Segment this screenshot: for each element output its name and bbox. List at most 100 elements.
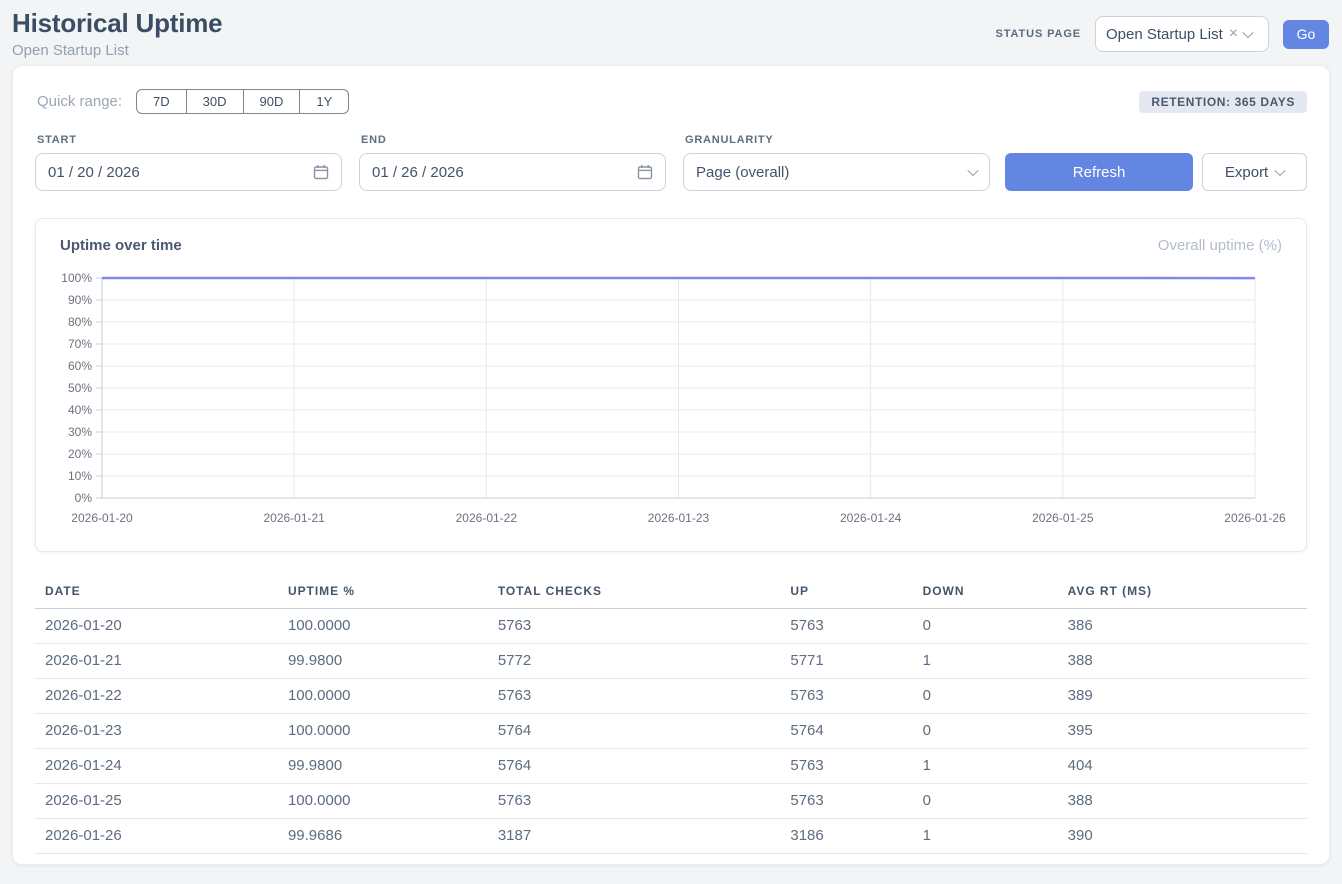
granularity-select[interactable]: Page (overall) <box>683 153 990 191</box>
table-cell: 1 <box>913 819 1058 854</box>
start-date-label: START <box>37 134 342 146</box>
table-cell: 386 <box>1058 609 1307 644</box>
svg-text:40%: 40% <box>68 403 92 417</box>
end-date-field: END 01 / 26 / 2026 <box>359 134 666 191</box>
table-row: 2026-01-23100.0000576457640395 <box>35 714 1307 749</box>
title-block: Historical Uptime Open Startup List <box>12 8 222 59</box>
table-cell: 2026-01-22 <box>35 679 278 714</box>
chevron-down-icon <box>1275 165 1286 176</box>
uptime-table-body: 2026-01-20100.00005763576303862026-01-21… <box>35 609 1307 854</box>
quick-range-row: Quick range: 7D 30D 90D 1Y RETENTION: 36… <box>35 89 1307 114</box>
table-cell: 99.9686 <box>278 819 488 854</box>
chart-legend: Overall uptime (%) <box>1158 237 1282 254</box>
svg-text:50%: 50% <box>68 381 92 395</box>
table-cell: 1 <box>913 749 1058 784</box>
table-cell: 5763 <box>780 609 912 644</box>
table-cell: 390 <box>1058 819 1307 854</box>
granularity-label: GRANULARITY <box>685 134 990 146</box>
table-cell: 5764 <box>488 714 781 749</box>
main-panel: Quick range: 7D 30D 90D 1Y RETENTION: 36… <box>12 65 1330 865</box>
quick-range-30d-button[interactable]: 30D <box>187 89 244 114</box>
table-cell: 5763 <box>488 784 781 819</box>
start-date-value: 01 / 20 / 2026 <box>48 164 313 181</box>
table-cell: 395 <box>1058 714 1307 749</box>
calendar-icon[interactable] <box>637 164 653 180</box>
table-row: 2026-01-25100.0000576357630388 <box>35 784 1307 819</box>
table-cell: 389 <box>1058 679 1307 714</box>
quick-range-label: Quick range: <box>37 93 122 110</box>
start-date-input[interactable]: 01 / 20 / 2026 <box>35 153 342 191</box>
table-row: 2026-01-22100.0000576357630389 <box>35 679 1307 714</box>
svg-text:100%: 100% <box>61 271 92 285</box>
chevron-down-icon <box>1242 27 1253 38</box>
table-cell: 2026-01-21 <box>35 644 278 679</box>
retention-badge: RETENTION: 365 DAYS <box>1139 91 1307 113</box>
chart-title: Uptime over time <box>60 237 182 254</box>
table-cell: 2026-01-25 <box>35 784 278 819</box>
uptime-table: DATE UPTIME % TOTAL CHECKS UP DOWN AVG R… <box>35 576 1307 854</box>
table-cell: 5764 <box>780 714 912 749</box>
table-row: 2026-01-20100.0000576357630386 <box>35 609 1307 644</box>
column-header-up: UP <box>780 576 912 609</box>
svg-text:2026-01-23: 2026-01-23 <box>648 511 710 525</box>
table-cell: 5763 <box>488 609 781 644</box>
table-cell: 0 <box>913 784 1058 819</box>
refresh-button[interactable]: Refresh <box>1005 153 1193 191</box>
svg-text:0%: 0% <box>75 491 93 505</box>
table-row: 2026-01-2199.9800577257711388 <box>35 644 1307 679</box>
start-date-field: START 01 / 20 / 2026 <box>35 134 342 191</box>
status-page-label: STATUS PAGE <box>996 28 1081 40</box>
uptime-line-chart: 100%90%80%70%60%50%40%30%20%10%0%2026-01… <box>52 268 1294 530</box>
table-cell: 388 <box>1058 784 1307 819</box>
chart-plot-area: 100%90%80%70%60%50%40%30%20%10%0%2026-01… <box>52 268 1290 535</box>
end-date-input[interactable]: 01 / 26 / 2026 <box>359 153 666 191</box>
svg-text:80%: 80% <box>68 315 92 329</box>
table-cell: 100.0000 <box>278 609 488 644</box>
quick-range-group: 7D 30D 90D 1Y <box>136 89 349 114</box>
table-cell: 2026-01-26 <box>35 819 278 854</box>
table-cell: 3187 <box>488 819 781 854</box>
svg-text:2026-01-21: 2026-01-21 <box>263 511 325 525</box>
table-cell: 100.0000 <box>278 679 488 714</box>
quick-range-1y-button[interactable]: 1Y <box>300 89 349 114</box>
column-header-total-checks: TOTAL CHECKS <box>488 576 781 609</box>
table-cell: 5763 <box>780 784 912 819</box>
svg-text:10%: 10% <box>68 469 92 483</box>
table-cell: 5771 <box>780 644 912 679</box>
export-button[interactable]: Export <box>1202 153 1307 191</box>
calendar-icon[interactable] <box>313 164 329 180</box>
svg-text:2026-01-25: 2026-01-25 <box>1032 511 1094 525</box>
page-subtitle: Open Startup List <box>12 42 222 59</box>
uptime-table-wrap: DATE UPTIME % TOTAL CHECKS UP DOWN AVG R… <box>35 576 1307 854</box>
quick-range-7d-button[interactable]: 7D <box>136 89 187 114</box>
status-page-select[interactable]: Open Startup List × <box>1095 16 1269 52</box>
table-cell: 100.0000 <box>278 714 488 749</box>
table-row: 2026-01-2699.9686318731861390 <box>35 819 1307 854</box>
svg-text:60%: 60% <box>68 359 92 373</box>
table-cell: 99.9800 <box>278 749 488 784</box>
go-button[interactable]: Go <box>1283 20 1329 49</box>
svg-text:2026-01-22: 2026-01-22 <box>456 511 518 525</box>
table-cell: 2026-01-23 <box>35 714 278 749</box>
svg-text:20%: 20% <box>68 447 92 461</box>
quick-range-90d-button[interactable]: 90D <box>244 89 301 114</box>
export-button-label: Export <box>1225 164 1268 181</box>
table-cell: 2026-01-20 <box>35 609 278 644</box>
granularity-value: Page (overall) <box>696 164 969 181</box>
column-header-uptime: UPTIME % <box>278 576 488 609</box>
column-header-avg-rt: AVG RT (MS) <box>1058 576 1307 609</box>
svg-text:70%: 70% <box>68 337 92 351</box>
clear-selection-icon[interactable]: × <box>1229 26 1238 42</box>
table-cell: 5763 <box>780 679 912 714</box>
table-row: 2026-01-2499.9800576457631404 <box>35 749 1307 784</box>
granularity-field: GRANULARITY Page (overall) <box>683 134 990 191</box>
filters-form-row: START 01 / 20 / 2026 END 01 / 26 / 2026 <box>35 134 1307 191</box>
uptime-chart-card: Uptime over time Overall uptime (%) 100%… <box>35 218 1307 552</box>
table-cell: 5763 <box>780 749 912 784</box>
table-cell: 100.0000 <box>278 784 488 819</box>
chevron-down-icon <box>967 165 978 176</box>
page-title: Historical Uptime <box>12 8 222 39</box>
table-cell: 3186 <box>780 819 912 854</box>
table-header-row: DATE UPTIME % TOTAL CHECKS UP DOWN AVG R… <box>35 576 1307 609</box>
table-cell: 99.9800 <box>278 644 488 679</box>
